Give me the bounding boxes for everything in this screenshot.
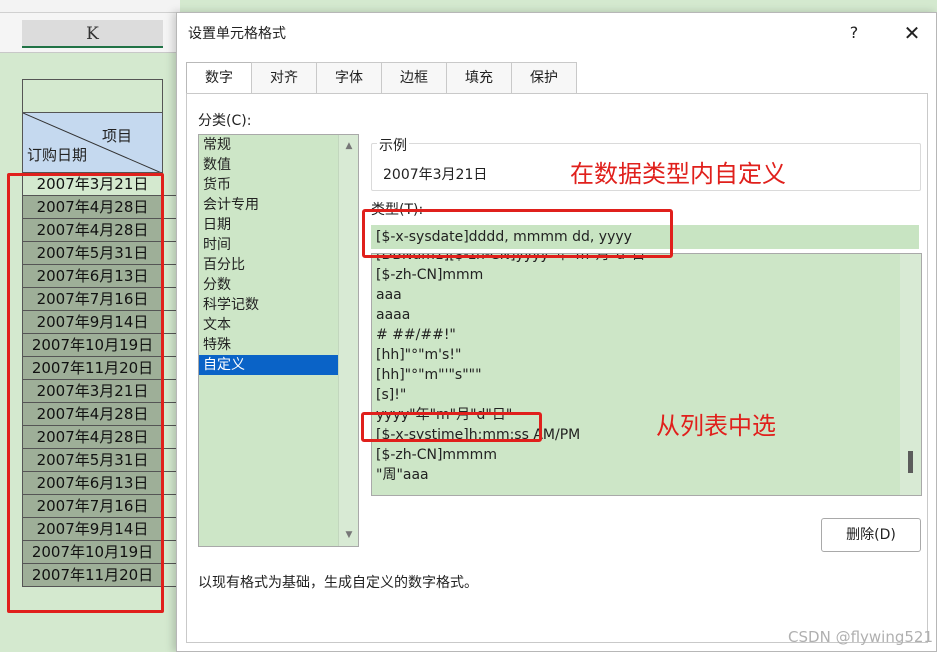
category-scrollbar[interactable]: ▲ ▼ (338, 135, 358, 546)
category-item[interactable]: 货币 (199, 175, 338, 195)
category-item[interactable]: 数值 (199, 155, 338, 175)
category-label: 分类(C): (198, 113, 252, 129)
scrollbar-thumb[interactable] (908, 451, 913, 473)
annotation-choose-from-list: 从列表中选 (656, 412, 776, 440)
category-item[interactable]: 分数 (199, 275, 338, 295)
category-item[interactable]: 常规 (199, 135, 338, 155)
tab-0[interactable]: 数字 (186, 62, 252, 95)
tab-2[interactable]: 字体 (316, 62, 382, 94)
annotation-box-dates (7, 173, 164, 613)
format-item[interactable]: "周"aaa (372, 465, 900, 485)
format-item[interactable]: [$-zh-CN]mmm (372, 265, 900, 285)
category-item[interactable]: 自定义 (199, 355, 338, 375)
tab-3[interactable]: 边框 (381, 62, 447, 94)
tab-1[interactable]: 对齐 (251, 62, 317, 94)
column-header-k[interactable]: K (22, 20, 163, 48)
delete-button[interactable]: 删除(D) (821, 518, 921, 552)
help-button[interactable]: ? (842, 21, 866, 45)
sheet-top-strip (0, 0, 180, 13)
annotation-box-list-item (361, 412, 542, 442)
format-item[interactable]: [$-zh-CN]mmmm (372, 445, 900, 465)
sample-value: 2007年3月21日 (383, 167, 488, 183)
annotation-custom-define: 在数据类型内自定义 (570, 160, 786, 188)
category-item[interactable]: 百分比 (199, 255, 338, 275)
category-items: 常规 数值 货币 会计专用 日期 时间 百分比 分数 科学记数 文本 特殊 自定义 (199, 135, 338, 375)
format-item[interactable]: # ##/##!" (372, 325, 900, 345)
category-list[interactable]: 常规 数值 货币 会计专用 日期 时间 百分比 分数 科学记数 文本 特殊 自定义 ▲ ▼ (198, 134, 359, 547)
sample-label: 示例 (377, 135, 409, 155)
format-description: 以现有格式为基础，生成自定义的数字格式。 (198, 575, 478, 591)
format-item[interactable]: [hh]"°"m"'"s""" (372, 365, 900, 385)
format-list[interactable]: [DBNum1][$-zh-CN]yyyy"年"m"月"d"日" [$-zh-CN… (371, 253, 922, 496)
close-button[interactable]: ✕ (897, 19, 927, 47)
format-item[interactable]: aaaa (372, 305, 900, 325)
dialog-title: 设置单元格格式 (188, 26, 286, 42)
annotation-box-type (362, 209, 673, 258)
header-item-label: 项目 (101, 127, 132, 145)
title-bar[interactable]: 设置单元格格式 ? ✕ (177, 13, 937, 55)
scroll-up-icon[interactable]: ▲ (343, 141, 355, 151)
format-item[interactable]: [hh]"°"m's!" (372, 345, 900, 365)
tab-5[interactable]: 保护 (511, 62, 577, 94)
tab-4[interactable]: 填充 (446, 62, 512, 94)
format-scrollbar[interactable] (900, 254, 921, 495)
watermark: CSDN @flywing521 (788, 628, 933, 646)
diagonal-header-cell[interactable]: 项目 订购日期 (22, 112, 163, 173)
header-cell-top[interactable] (22, 79, 163, 113)
format-cells-dialog: 设置单元格格式 ? ✕ 数字 对齐 字体 边框 填充 保护 分类(C): 常规 数值 货币 会计… (176, 12, 937, 652)
format-items: [DBNum1][$-zh-CN]yyyy"年"m"月"d"日" [$-zh-CN… (372, 254, 900, 485)
format-item[interactable]: [s]!" (372, 385, 900, 405)
format-item[interactable]: aaa (372, 285, 900, 305)
category-item[interactable]: 日期 (199, 215, 338, 235)
category-item[interactable]: 科学记数 (199, 295, 338, 315)
category-item[interactable]: 特殊 (199, 335, 338, 355)
category-item[interactable]: 时间 (199, 235, 338, 255)
tab-strip: 数字 对齐 字体 边框 填充 保护 (186, 62, 577, 95)
scroll-down-icon[interactable]: ▼ (343, 530, 355, 540)
header-date-label: 订购日期 (27, 146, 88, 164)
category-item[interactable]: 文本 (199, 315, 338, 335)
category-item[interactable]: 会计专用 (199, 195, 338, 215)
